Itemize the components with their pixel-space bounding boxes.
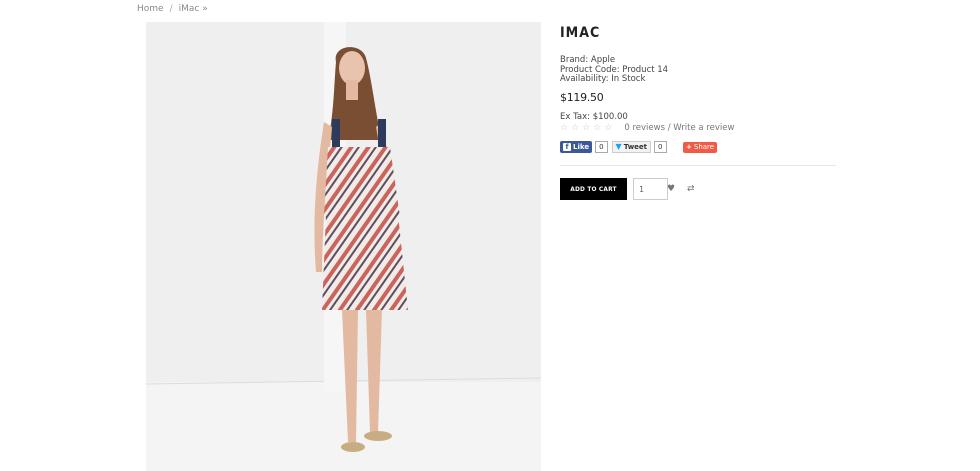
rating-stars-icon: ☆☆☆☆☆	[560, 123, 616, 133]
facebook-icon: f	[563, 143, 571, 151]
breadcrumb-separator: /	[169, 4, 173, 14]
facebook-like-label: Like	[573, 143, 590, 151]
product-photo-illustration	[146, 22, 541, 471]
tweet-button[interactable]: ▼ Tweet	[611, 141, 652, 153]
like-count: 0	[595, 141, 608, 153]
heart-icon[interactable]: ♥	[667, 184, 675, 194]
product-meta: Brand: Apple Product Code: Product 14 Av…	[560, 55, 668, 85]
tweet-count: 0	[654, 141, 667, 153]
product-ex-tax: Ex Tax: $100.00	[560, 112, 628, 122]
add-to-cart-button[interactable]: ADD TO CART	[560, 178, 627, 200]
share-label: Share	[693, 142, 715, 151]
share-plus-icon: +	[686, 142, 692, 151]
reviews-link[interactable]: 0 reviews / Write a review	[624, 123, 734, 133]
product-price: $119.50	[560, 91, 604, 104]
tweet-label: Tweet	[623, 143, 648, 151]
breadcrumb-current-link[interactable]: iMac »	[179, 4, 208, 14]
facebook-like-button[interactable]: f Like	[560, 141, 593, 153]
product-title: IMAC	[560, 25, 601, 41]
product-image[interactable]	[146, 22, 541, 471]
compare-icon[interactable]: ⇄	[687, 184, 695, 194]
share-button[interactable]: + Share	[683, 141, 718, 153]
quantity-input[interactable]	[633, 178, 668, 200]
product-availability: Availability: In Stock	[560, 74, 646, 84]
twitter-icon: ▼	[615, 142, 622, 151]
breadcrumb-home-link[interactable]: Home	[137, 4, 164, 14]
rating-row: ☆☆☆☆☆ 0 reviews / Write a review	[560, 123, 734, 133]
divider	[560, 165, 836, 166]
social-buttons: f Like 0 ▼ Tweet 0 + Share	[560, 141, 720, 153]
breadcrumb: Home / iMac »	[137, 4, 208, 14]
